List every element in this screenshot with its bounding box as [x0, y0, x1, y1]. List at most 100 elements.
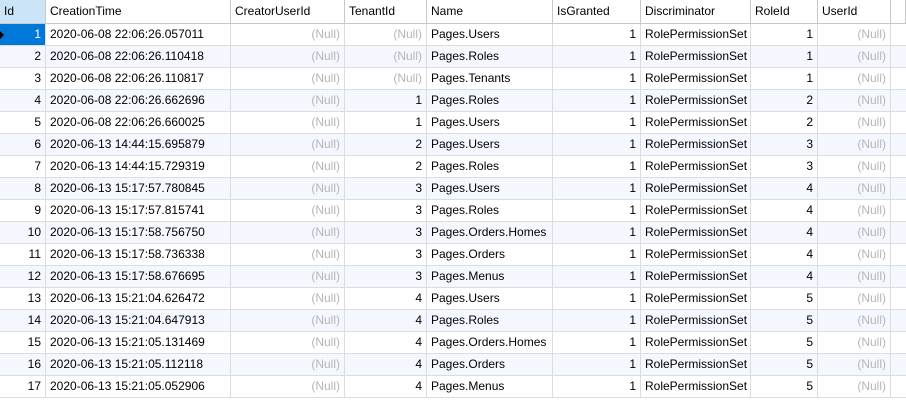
cell-creationtime[interactable]: 2020-06-13 15:17:57.815741	[46, 200, 231, 221]
table-row[interactable]: 17 2020-06-13 15:21:05.052906 (Null) 4 Pages…	[0, 376, 906, 398]
cell-isgranted[interactable]: 1	[553, 200, 641, 221]
cell-tenantid[interactable]: 4	[345, 288, 427, 309]
cell-id[interactable]: 12	[0, 266, 46, 287]
cell-roleid[interactable]: 5	[751, 310, 818, 331]
cell-isgranted[interactable]: 1	[553, 24, 641, 45]
cell-id[interactable]: 7	[0, 156, 46, 177]
table-row[interactable]: 9 2020-06-13 15:17:57.815741 (Null) 3 Pages.…	[0, 200, 906, 222]
cell-tenantid[interactable]: (Null)	[345, 68, 427, 89]
cell-discriminator[interactable]: RolePermissionSet	[641, 90, 751, 111]
cell-creatoruserid[interactable]: (Null)	[231, 90, 345, 111]
column-header-creationtime[interactable]: CreationTime	[46, 0, 231, 23]
cell-roleid[interactable]: 4	[751, 222, 818, 243]
cell-isgranted[interactable]: 1	[553, 288, 641, 309]
column-header-name[interactable]: Name	[427, 0, 553, 23]
table-row[interactable]: 5 2020-06-08 22:06:26.660025 (Null) 1 Pages.…	[0, 112, 906, 134]
cell-id[interactable]: 2	[0, 46, 46, 67]
table-row[interactable]: 2 2020-06-08 22:06:26.110418 (Null) (Null) P…	[0, 46, 906, 68]
cell-creatoruserid[interactable]: (Null)	[231, 244, 345, 265]
column-header-roleid[interactable]: RoleId	[751, 0, 818, 23]
cell-creatoruserid[interactable]: (Null)	[231, 156, 345, 177]
cell-id[interactable]: 13	[0, 288, 46, 309]
cell-isgranted[interactable]: 1	[553, 178, 641, 199]
cell-name[interactable]: Pages.Users	[427, 24, 553, 45]
cell-tenantid[interactable]: 4	[345, 332, 427, 353]
cell-creationtime[interactable]: 2020-06-13 15:21:04.626472	[46, 288, 231, 309]
cell-id[interactable]: 11	[0, 244, 46, 265]
cell-isgranted[interactable]: 1	[553, 112, 641, 133]
cell-userid[interactable]: (Null)	[818, 112, 891, 133]
cell-userid[interactable]: (Null)	[818, 156, 891, 177]
cell-discriminator[interactable]: RolePermissionSet	[641, 178, 751, 199]
cell-userid[interactable]: (Null)	[818, 332, 891, 353]
cell-creationtime[interactable]: 2020-06-13 14:44:15.729319	[46, 156, 231, 177]
cell-isgranted[interactable]: 1	[553, 156, 641, 177]
cell-roleid[interactable]: 1	[751, 46, 818, 67]
cell-id[interactable]: 3	[0, 68, 46, 89]
cell-tenantid[interactable]: 1	[345, 112, 427, 133]
cell-roleid[interactable]: 4	[751, 266, 818, 287]
cell-isgranted[interactable]: 1	[553, 354, 641, 375]
cell-creationtime[interactable]: 2020-06-08 22:06:26.662696	[46, 90, 231, 111]
cell-name[interactable]: Pages.Roles	[427, 46, 553, 67]
cell-isgranted[interactable]: 1	[553, 46, 641, 67]
column-header-userid[interactable]: UserId	[818, 0, 891, 23]
cell-isgranted[interactable]: 1	[553, 332, 641, 353]
cell-creationtime[interactable]: 2020-06-13 15:17:58.676695	[46, 266, 231, 287]
cell-id[interactable]: 16	[0, 354, 46, 375]
cell-creatoruserid[interactable]: (Null)	[231, 134, 345, 155]
table-row[interactable]: 14 2020-06-13 15:21:04.647913 (Null) 4 Pages…	[0, 310, 906, 332]
cell-discriminator[interactable]: RolePermissionSet	[641, 354, 751, 375]
cell-id[interactable]: 9	[0, 200, 46, 221]
cell-name[interactable]: Pages.Users	[427, 288, 553, 309]
cell-tenantid[interactable]: 3	[345, 266, 427, 287]
cell-roleid[interactable]: 5	[751, 376, 818, 397]
cell-creationtime[interactable]: 2020-06-13 15:21:05.112118	[46, 354, 231, 375]
cell-name[interactable]: Pages.Users	[427, 178, 553, 199]
cell-creationtime[interactable]: 2020-06-13 15:17:57.780845	[46, 178, 231, 199]
cell-name[interactable]: Pages.Orders.Homes	[427, 332, 553, 353]
table-row[interactable]: 10 2020-06-13 15:17:58.756750 (Null) 3 Pages…	[0, 222, 906, 244]
cell-roleid[interactable]: 3	[751, 156, 818, 177]
cell-creatoruserid[interactable]: (Null)	[231, 332, 345, 353]
cell-name[interactable]: Pages.Orders	[427, 354, 553, 375]
cell-creationtime[interactable]: 2020-06-08 22:06:26.110418	[46, 46, 231, 67]
cell-tenantid[interactable]: 4	[345, 310, 427, 331]
cell-discriminator[interactable]: RolePermissionSet	[641, 156, 751, 177]
table-row[interactable]: 1 2020-06-08 22:06:26.057011 (Null) (Null) P…	[0, 24, 906, 46]
cell-creationtime[interactable]: 2020-06-08 22:06:26.660025	[46, 112, 231, 133]
cell-creatoruserid[interactable]: (Null)	[231, 288, 345, 309]
cell-tenantid[interactable]: 3	[345, 200, 427, 221]
cell-roleid[interactable]: 5	[751, 354, 818, 375]
cell-isgranted[interactable]: 1	[553, 134, 641, 155]
cell-discriminator[interactable]: RolePermissionSet	[641, 310, 751, 331]
cell-creatoruserid[interactable]: (Null)	[231, 200, 345, 221]
cell-roleid[interactable]: 4	[751, 178, 818, 199]
cell-creationtime[interactable]: 2020-06-13 15:17:58.736338	[46, 244, 231, 265]
cell-discriminator[interactable]: RolePermissionSet	[641, 112, 751, 133]
cell-name[interactable]: Pages.Roles	[427, 310, 553, 331]
table-row[interactable]: 15 2020-06-13 15:21:05.131469 (Null) 4 Pages…	[0, 332, 906, 354]
cell-id[interactable]: 15	[0, 332, 46, 353]
cell-name[interactable]: Pages.Menus	[427, 266, 553, 287]
cell-isgranted[interactable]: 1	[553, 310, 641, 331]
cell-userid[interactable]: (Null)	[818, 310, 891, 331]
cell-id[interactable]: 6	[0, 134, 46, 155]
cell-userid[interactable]: (Null)	[818, 222, 891, 243]
cell-id[interactable]: 10	[0, 222, 46, 243]
cell-userid[interactable]: (Null)	[818, 376, 891, 397]
cell-roleid[interactable]: 2	[751, 112, 818, 133]
table-row[interactable]: 8 2020-06-13 15:17:57.780845 (Null) 3 Pages.…	[0, 178, 906, 200]
cell-creatoruserid[interactable]: (Null)	[231, 46, 345, 67]
cell-discriminator[interactable]: RolePermissionSet	[641, 266, 751, 287]
table-row[interactable]: 4 2020-06-08 22:06:26.662696 (Null) 1 Pages.…	[0, 90, 906, 112]
cell-name[interactable]: Pages.Orders.Homes	[427, 222, 553, 243]
cell-userid[interactable]: (Null)	[818, 178, 891, 199]
cell-tenantid[interactable]: 3	[345, 244, 427, 265]
cell-creatoruserid[interactable]: (Null)	[231, 310, 345, 331]
cell-roleid[interactable]: 5	[751, 332, 818, 353]
cell-creationtime[interactable]: 2020-06-13 15:21:04.647913	[46, 310, 231, 331]
cell-name[interactable]: Pages.Roles	[427, 156, 553, 177]
cell-isgranted[interactable]: 1	[553, 90, 641, 111]
cell-discriminator[interactable]: RolePermissionSet	[641, 46, 751, 67]
